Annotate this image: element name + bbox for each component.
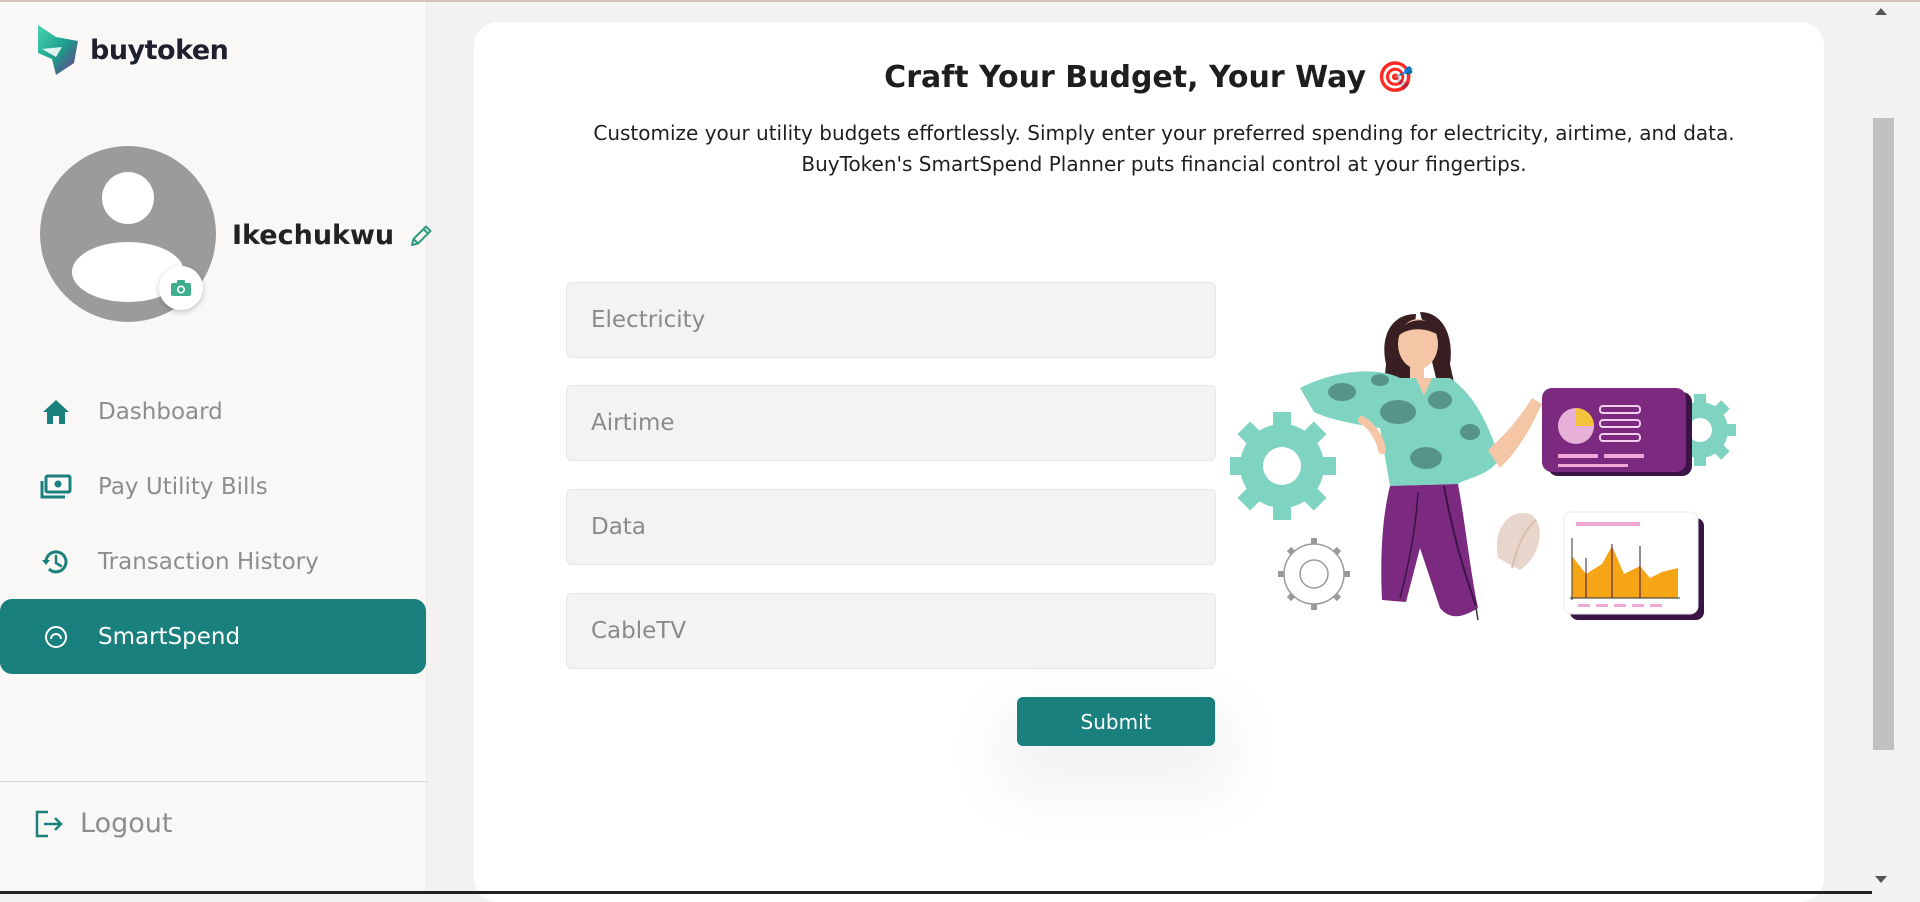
pencil-edit-icon[interactable] — [408, 223, 434, 249]
submit-button[interactable]: Submit — [1017, 697, 1215, 746]
woman-figure-graphic — [1300, 312, 1542, 621]
electricity-input[interactable] — [566, 282, 1216, 358]
sidebar-item-label: Transaction History — [98, 548, 319, 575]
scrollbar-thumb[interactable] — [1873, 118, 1894, 750]
logout-label: Logout — [80, 808, 173, 839]
page-title: Craft Your Budget, Your Way 🎯 — [884, 60, 1414, 95]
brand[interactable]: buytoken — [34, 23, 229, 77]
smartspend-card: Craft Your Budget, Your Way 🎯 Customize … — [474, 22, 1824, 902]
cabletv-input[interactable] — [566, 593, 1216, 669]
airtime-input[interactable] — [566, 385, 1216, 461]
avatar-head-shape — [102, 172, 154, 224]
budget-illustration — [1230, 312, 1736, 621]
money-icon — [40, 471, 72, 503]
scroll-up-arrow-icon[interactable] — [1875, 8, 1887, 15]
profile-name-row: Ikechukwu — [232, 220, 434, 251]
change-photo-button[interactable] — [159, 266, 203, 310]
history-icon — [40, 546, 72, 578]
leaf-graphic — [1496, 512, 1540, 570]
profile-name: Ikechukwu — [232, 220, 395, 251]
profile-avatar-wrap — [40, 146, 216, 322]
scroll-down-arrow-icon[interactable] — [1875, 876, 1887, 883]
sidebar-divider — [0, 781, 427, 782]
sidebar-item-smartspend[interactable]: SmartSpend — [0, 599, 426, 674]
area-chart-card-graphic — [1563, 511, 1704, 620]
sidebar-item-transaction-history[interactable]: Transaction History — [0, 524, 426, 599]
logout-icon — [35, 810, 63, 837]
dashboard-screen-graphic — [1542, 388, 1692, 476]
page-subtitle: Customize your utility budgets effortles… — [593, 121, 1735, 176]
sidebar-item-dashboard[interactable]: Dashboard — [0, 374, 426, 449]
buytoken-logo-icon — [38, 25, 78, 75]
home-icon — [40, 396, 72, 428]
outline-gear-graphic — [1278, 538, 1350, 610]
sidebar-nav: Dashboard Pay Utility Bills Transaction … — [0, 374, 426, 674]
sidebar-item-pay-utility-bills[interactable]: Pay Utility Bills — [0, 449, 426, 524]
data-input[interactable] — [566, 489, 1216, 565]
logout-button[interactable]: Logout — [34, 808, 172, 839]
smartspend-icon — [40, 621, 72, 653]
sidebar-item-label: Dashboard — [98, 398, 223, 425]
sidebar-item-label: Pay Utility Bills — [98, 473, 268, 500]
camera-icon — [171, 280, 191, 296]
sidebar: buytoken Ikechukwu Dashboard Pay Utility… — [0, 2, 432, 894]
brand-name: buytoken — [90, 34, 229, 66]
gear-graphic — [1230, 412, 1336, 520]
sidebar-item-label: SmartSpend — [98, 623, 241, 650]
